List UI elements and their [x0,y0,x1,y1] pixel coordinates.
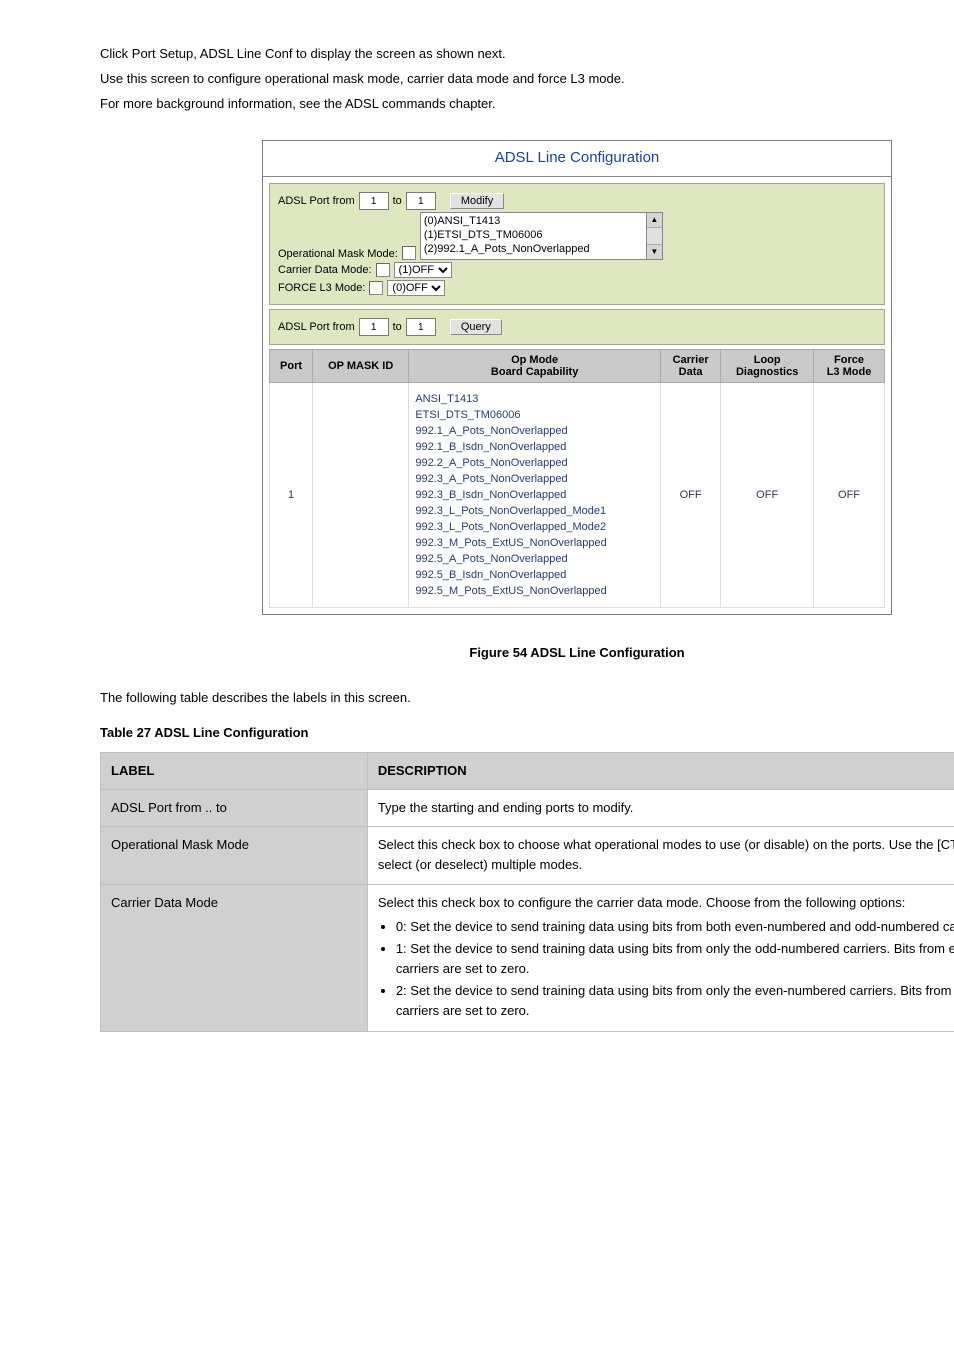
cell-force: OFF [814,383,885,608]
opmask-scrollbar[interactable]: ▲ ▼ [646,213,662,259]
desc-row1-label: ADSL Port from .. to [101,790,368,827]
th-force: Force L3 Mode [814,350,885,383]
carrier-checkbox[interactable] [376,263,390,277]
query-button[interactable]: Query [450,319,502,335]
carrier-label: Carrier Data Mode: [278,264,372,276]
figure-caption: Figure 54 ADSL Line Configuration [100,645,954,660]
opmask-option-1[interactable]: (1)ETSI_DTS_TM06006 [424,228,644,242]
opmask-checkbox[interactable] [402,246,416,260]
query-to-input[interactable] [406,318,436,336]
opmask-select[interactable]: (0)ANSI_T1413 (1)ETSI_DTS_TM06006 (2)992… [420,212,663,260]
desc-row1-desc: Type the starting and ending ports to mo… [367,790,954,827]
force-l3-select[interactable]: (0)OFF [387,280,445,296]
opmask-option-2[interactable]: (2)992.1_A_Pots_NonOverlapped [424,242,644,256]
opmask-option-0[interactable]: (0)ANSI_T1413 [424,214,644,228]
th-opmask: OP MASK ID [313,350,409,383]
cell-board-capability: ANSI_T1413ETSI_DTS_TM06006992.1_A_Pots_N… [409,383,661,608]
desc-row2-desc: Select this check box to choose what ope… [367,827,954,884]
cell-port: 1 [270,383,313,608]
intro-line-2: Use this screen to configure operational… [100,69,954,90]
modify-button[interactable]: Modify [450,193,504,209]
port-to-input[interactable] [406,192,436,210]
force-l3-checkbox[interactable] [369,281,383,295]
figure-title: ADSL Line Configuration [263,141,891,172]
scroll-down-icon[interactable]: ▼ [647,244,662,259]
th-loop: Loop Diagnostics [721,350,814,383]
figure-adsl-line-config: ADSL Line Configuration ADSL Port from t… [262,140,892,615]
carrier-select[interactable]: (1)OFF [394,262,452,278]
port-from-input[interactable] [359,192,389,210]
intro-line-3: For more background information, see the… [100,94,954,115]
description-table: LABEL DESCRIPTION ADSL Port from .. to T… [100,752,954,1032]
table-row: 1 ANSI_T1413ETSI_DTS_TM06006992.1_A_Pots… [270,383,885,608]
intro-line-1: Click Port Setup, ADSL Line Conf to disp… [100,44,954,65]
query-panel: ADSL Port from to Query [269,309,885,345]
th-opmode: Op Mode Board Capability [409,350,661,383]
query-to-label: to [393,321,402,333]
table-caption: Table 27 ADSL Line Configuration [100,723,954,744]
scroll-up-icon[interactable]: ▲ [647,213,662,228]
modify-panel: ADSL Port from to Modify Operational Mas… [269,183,885,305]
result-table: Port OP MASK ID Op Mode Board Capability… [269,349,885,608]
cell-loop: OFF [721,383,814,608]
query-from-input[interactable] [359,318,389,336]
opmask-label: Operational Mask Mode: [278,248,398,260]
desc-header-desc: DESCRIPTION [367,752,954,789]
desc-row3-label: Carrier Data Mode [101,884,368,1032]
th-port: Port [270,350,313,383]
desc-row3-li3: 2: Set the device to send training data … [396,981,954,1021]
desc-header-label: LABEL [101,752,368,789]
cell-opmask [313,383,409,608]
query-from-label: ADSL Port from [278,321,355,333]
desc-row2-label: Operational Mask Mode [101,827,368,884]
th-carrier: Carrier Data [660,350,720,383]
desc-row3-li2: 1: Set the device to send training data … [396,939,954,979]
port-to-label: to [393,195,402,207]
cell-carrier: OFF [660,383,720,608]
force-l3-label: FORCE L3 Mode: [278,282,365,294]
desc-row3-li1: 0: Set the device to send training data … [396,917,954,937]
desc-row3-desc: Select this check box to configure the c… [367,884,954,1032]
port-from-label: ADSL Port from [278,195,355,207]
after-caption-text: The following table describes the labels… [100,688,954,709]
